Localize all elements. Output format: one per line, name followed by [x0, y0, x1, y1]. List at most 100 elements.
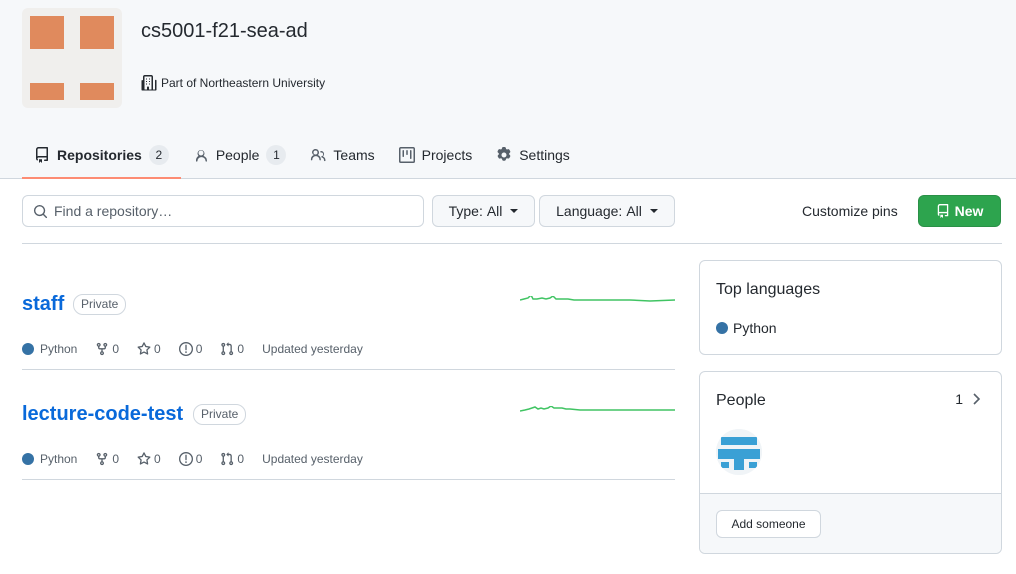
tab-settings[interactable]: Settings [484, 132, 582, 177]
issues-link[interactable]: 0 [178, 342, 203, 356]
tab-label: Repositories [57, 146, 142, 163]
repo-meta: Python 0 0 0 0 Updated yesterday [22, 452, 381, 466]
issue-icon [178, 342, 193, 356]
type-filter-value: All [486, 203, 503, 219]
repo-toolbar: Type: All Language: All Customize pins N… [22, 195, 1002, 227]
repo-name-link[interactable]: lecture-code-test [22, 403, 183, 426]
updated-time: Updated yesterday [262, 452, 363, 466]
top-language-label: Python [733, 320, 777, 336]
activity-sparkline [520, 296, 675, 302]
fork-icon [97, 452, 108, 466]
issues-count: 0 [195, 452, 203, 466]
forks-link[interactable]: 0 [95, 452, 119, 466]
member-avatar[interactable] [716, 429, 762, 475]
tab-repositories[interactable]: Repositories 2 [22, 132, 181, 179]
issue-icon [178, 452, 193, 466]
star-icon [137, 452, 151, 465]
tab-counter: 2 [148, 144, 169, 165]
tab-label: Teams [333, 146, 375, 163]
repo-list-item: lecture-code-test Private Python 0 0 0 0… [22, 370, 675, 480]
stars-count: 0 [154, 452, 161, 466]
language-color-dot [22, 343, 34, 355]
forks-link[interactable]: 0 [95, 342, 119, 356]
pulls-link[interactable]: 0 [220, 452, 244, 466]
visibility-badge: Private [73, 294, 127, 315]
avatar-block [80, 83, 114, 100]
tab-label: Projects [421, 146, 473, 163]
people-panel: People 1 Add someone [699, 371, 1002, 554]
new-repo-label: New [954, 203, 984, 219]
language-color-dot [716, 322, 728, 334]
people-panel-footer: Add someone [700, 493, 1001, 553]
pull-request-icon [221, 452, 234, 466]
avatar-block [30, 16, 64, 49]
org-name: cs5001-f21-sea-ad [141, 20, 308, 42]
tab-people[interactable]: People 1 [181, 132, 299, 177]
language-filter-value: All [626, 203, 642, 219]
forks-count: 0 [112, 452, 120, 466]
affiliation-link[interactable]: Part of Northeastern University [161, 76, 325, 90]
people-icon [311, 148, 326, 161]
caret-down-icon [649, 209, 658, 213]
star-icon [137, 342, 151, 355]
customize-pins-button[interactable]: Customize pins [802, 195, 898, 227]
language-label: Python [40, 452, 78, 466]
person-icon [195, 149, 207, 162]
avatar-block [30, 83, 64, 100]
issues-count: 0 [195, 342, 203, 356]
visibility-badge: Private [193, 404, 247, 425]
language-filter-label: Language: [556, 203, 623, 219]
language-filter-button[interactable]: Language: All [539, 195, 675, 227]
org-header: cs5001-f21-sea-ad Part of Northeastern U… [0, 0, 1016, 179]
updated-time: Updated yesterday [262, 342, 363, 356]
repo-icon [937, 204, 948, 218]
search-icon [33, 204, 48, 218]
fork-icon [97, 342, 108, 356]
divider [22, 243, 1002, 244]
pulls-count: 0 [237, 342, 245, 356]
pulls-count: 0 [237, 452, 245, 466]
language-color-dot [22, 453, 34, 465]
tab-teams[interactable]: Teams [298, 132, 386, 177]
stars-link[interactable]: 0 [137, 342, 161, 356]
repo-list-item: staff Private Python 0 0 0 0 Updated yes… [22, 260, 675, 370]
people-count: 1 [955, 391, 963, 407]
search-input[interactable] [54, 203, 394, 219]
tab-counter: 1 [266, 144, 287, 165]
gear-icon [497, 146, 511, 161]
stars-count: 0 [154, 342, 161, 356]
org-affiliation: Part of Northeastern University [141, 75, 325, 91]
pulls-link[interactable]: 0 [220, 342, 244, 356]
chevron-right-icon [973, 393, 981, 405]
stars-link[interactable]: 0 [137, 452, 161, 466]
activity-sparkline [520, 406, 675, 412]
language-label: Python [40, 342, 78, 356]
repo-search[interactable] [22, 195, 424, 227]
identicon [716, 429, 762, 475]
project-icon [398, 146, 415, 163]
add-someone-button[interactable]: Add someone [716, 510, 821, 538]
top-languages-title: Top languages [716, 281, 821, 298]
repo-language: Python [22, 452, 77, 466]
repo-icon [35, 146, 48, 163]
repo-meta: Python 0 0 0 0 Updated yesterday [22, 342, 381, 356]
repo-language: Python [22, 342, 77, 356]
new-repo-button[interactable]: New [918, 195, 1001, 227]
org-avatar [22, 8, 122, 108]
forks-count: 0 [112, 342, 120, 356]
caret-down-icon [510, 209, 519, 213]
org-nav-tabs: Repositories 2 People 1 Teams Projects S… [22, 132, 582, 179]
organization-icon [141, 75, 157, 91]
repo-name-link[interactable]: staff [22, 293, 64, 316]
type-filter-button[interactable]: Type: All [432, 195, 535, 227]
top-languages-panel: Top languages Python [699, 260, 1002, 355]
people-title[interactable]: People [716, 392, 766, 410]
tab-label: Settings [519, 146, 570, 163]
avatar-block [80, 16, 114, 49]
people-count-link[interactable]: 1 [955, 391, 981, 407]
tab-projects[interactable]: Projects [387, 132, 485, 177]
pull-request-icon [221, 342, 234, 356]
top-language-item: Python [716, 320, 777, 336]
type-filter-label: Type: [448, 203, 483, 219]
issues-link[interactable]: 0 [178, 452, 203, 466]
